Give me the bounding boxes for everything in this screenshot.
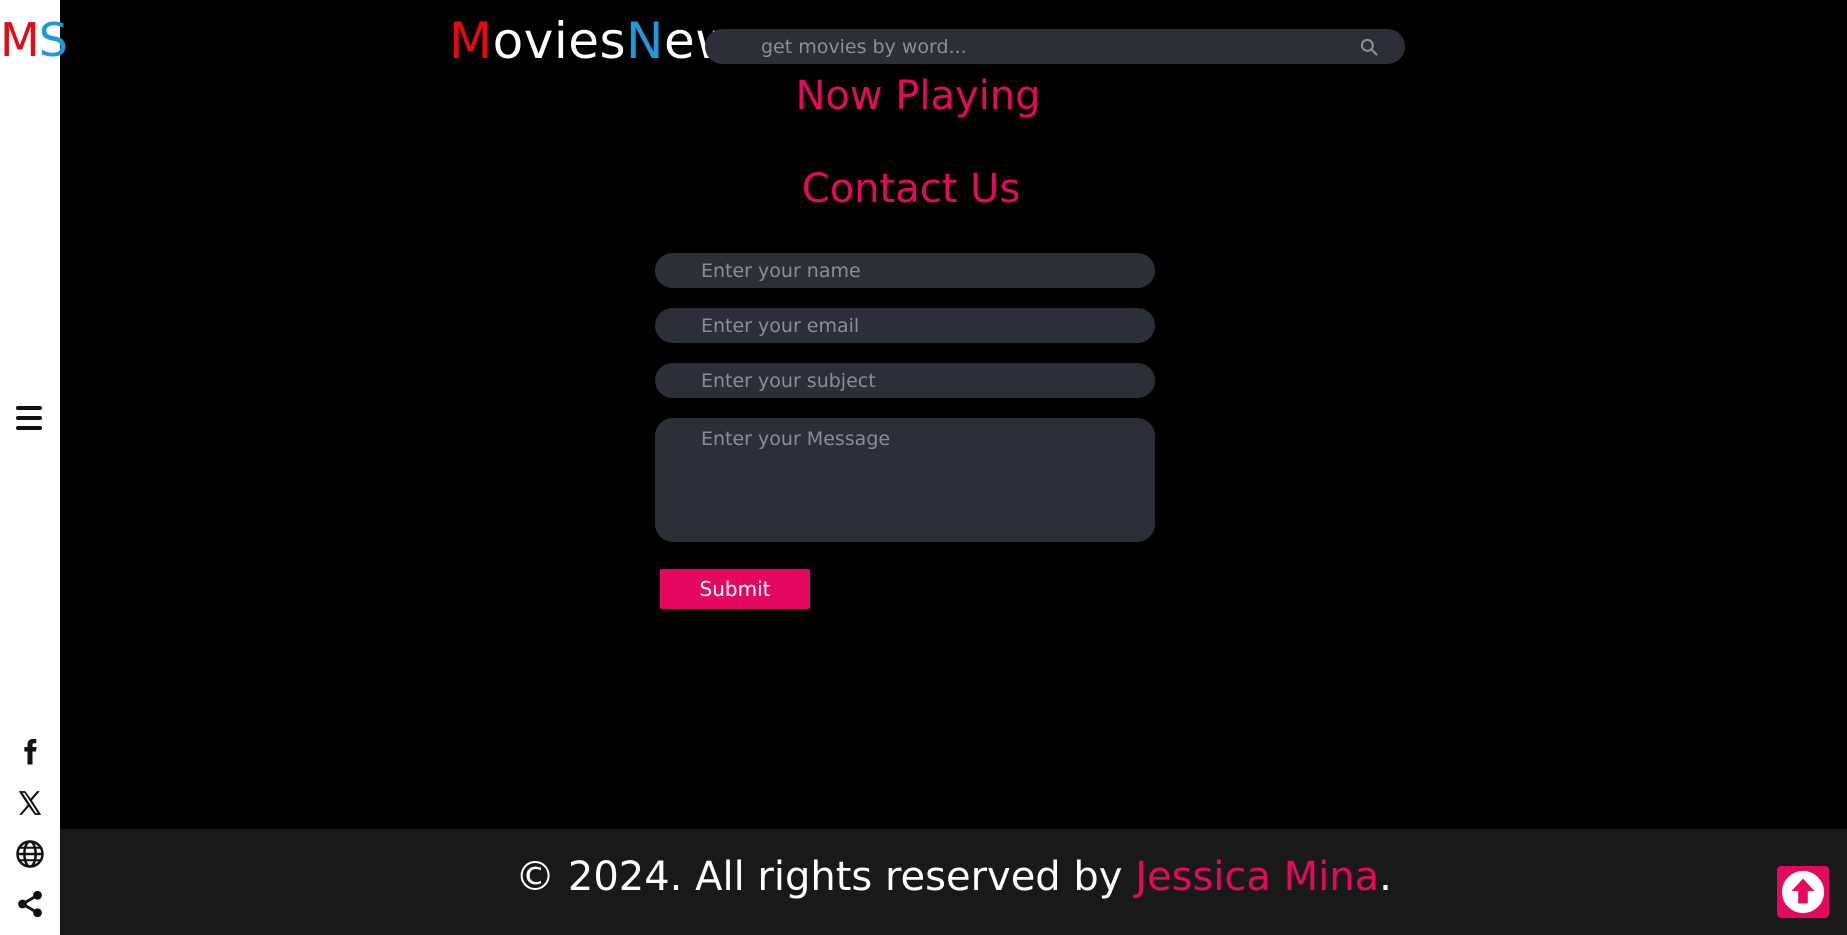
sidebar-logo[interactable]: MS bbox=[0, 12, 68, 68]
contact-title: Contact Us bbox=[801, 166, 1021, 212]
subject-field[interactable] bbox=[655, 363, 1155, 398]
submit-button[interactable]: Submit bbox=[660, 569, 810, 609]
share-icon[interactable] bbox=[0, 886, 60, 922]
scroll-to-top-button[interactable] bbox=[1777, 866, 1829, 918]
email-field[interactable] bbox=[655, 308, 1155, 343]
now-playing-title: Now Playing bbox=[795, 73, 1041, 119]
sidebar: MS bbox=[0, 0, 68, 935]
search-icon[interactable] bbox=[1359, 37, 1379, 57]
copyright-prefix: © 2024. All rights reserved by bbox=[515, 854, 1136, 900]
name-field[interactable] bbox=[655, 253, 1155, 288]
brand-letter-n: N bbox=[626, 12, 664, 70]
x-icon[interactable] bbox=[0, 785, 60, 821]
footer: © 2024. All rights reserved by Jessica M… bbox=[60, 829, 1847, 935]
arrow-up-circle-icon bbox=[1781, 870, 1825, 914]
brand-letter-m: M bbox=[449, 12, 493, 70]
author-name: Jessica Mina bbox=[1135, 854, 1380, 900]
facebook-icon[interactable] bbox=[0, 734, 60, 770]
search-bar bbox=[705, 29, 1405, 64]
hamburger-icon[interactable] bbox=[16, 406, 44, 430]
search-input[interactable] bbox=[705, 29, 1405, 64]
globe-icon[interactable] bbox=[0, 836, 60, 872]
brand-text-ovies: ovies bbox=[492, 12, 627, 70]
logo-letter-s: S bbox=[38, 13, 68, 67]
logo-letter-m: M bbox=[0, 13, 40, 67]
message-field[interactable] bbox=[655, 418, 1155, 542]
copyright-suffix: . bbox=[1379, 854, 1392, 900]
footer-copyright: © 2024. All rights reserved by Jessica M… bbox=[60, 847, 1847, 907]
